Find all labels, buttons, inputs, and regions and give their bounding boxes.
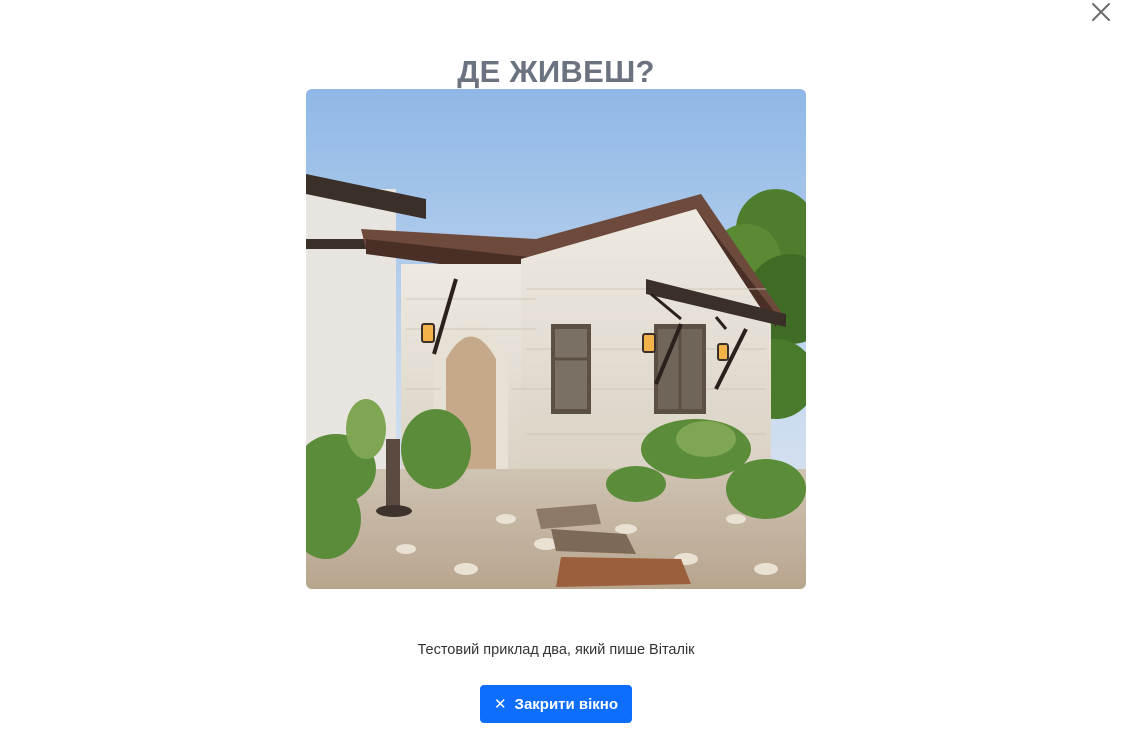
- modal: ДЕ ЖИВЕШ? Тестовий приклад два, який пиш…: [0, 0, 1123, 741]
- house-photo: [306, 89, 806, 589]
- close-window-label: Закрити вікно: [514, 695, 619, 713]
- modal-title: ДЕ ЖИВЕШ?: [457, 54, 655, 89]
- modal-caption: Тестовий приклад два, який пише Віталік: [417, 642, 695, 658]
- close-icon[interactable]: [1090, 1, 1112, 23]
- close-icon: ✕: [493, 695, 507, 713]
- close-window-button[interactable]: ✕ Закрити вікно: [480, 685, 632, 723]
